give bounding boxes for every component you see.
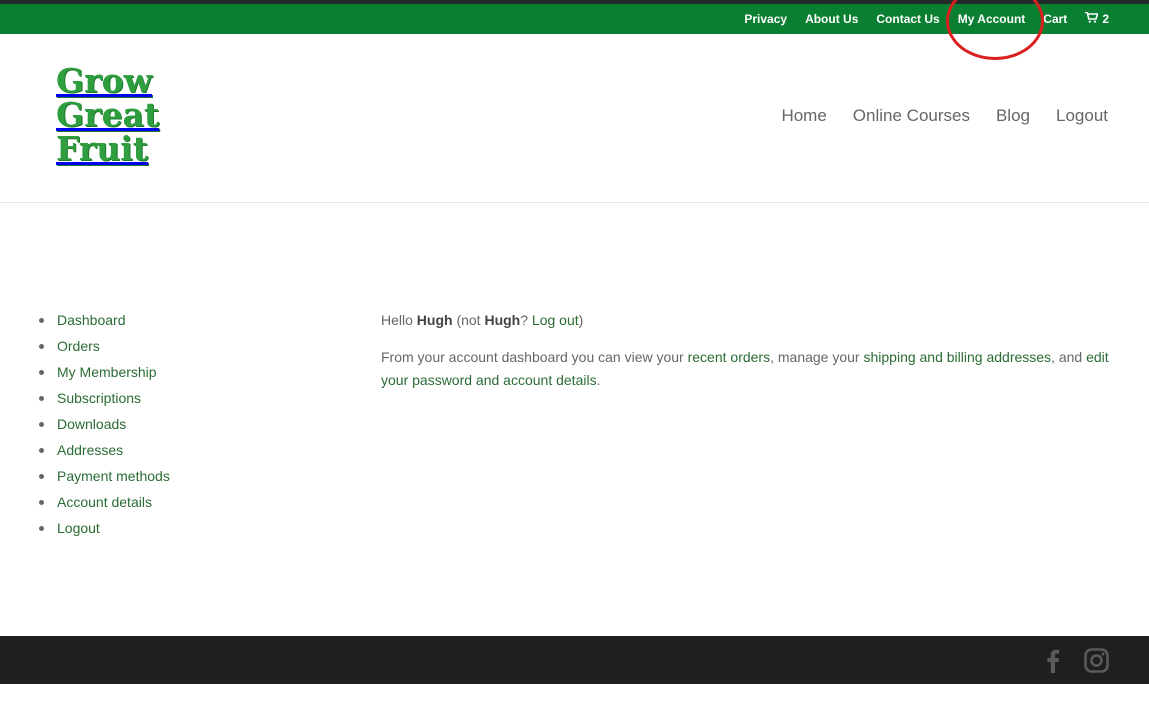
- greeting-text: (not: [452, 312, 485, 328]
- account-nav-item-dashboard: Dashboard: [39, 310, 170, 336]
- greeting-text: Hello: [381, 312, 417, 328]
- logo-line-2: Great: [56, 95, 160, 134]
- logo-line-3: Fruit: [56, 129, 149, 168]
- bullet-icon: [39, 318, 44, 323]
- bullet-icon: [39, 526, 44, 531]
- account-nav-item-payment-methods: Payment methods: [39, 466, 170, 492]
- contact-us-link[interactable]: Contact Us: [876, 12, 939, 26]
- log-out-link[interactable]: Log out: [532, 312, 579, 328]
- social-icons: [1046, 648, 1109, 678]
- secondary-menu-bar: Privacy About Us Contact Us My Account C…: [0, 4, 1149, 34]
- bullet-icon: [39, 396, 44, 401]
- secondary-nav: Privacy About Us Contact Us My Account C…: [744, 4, 1109, 34]
- account-nav-link[interactable]: Payment methods: [57, 468, 170, 484]
- bullet-icon: [39, 500, 44, 505]
- dashboard-intro-paragraph: From your account dashboard you can view…: [381, 346, 1111, 392]
- intro-text: .: [596, 372, 601, 388]
- account-nav-item-addresses: Addresses: [39, 440, 170, 466]
- bullet-icon: [39, 448, 44, 453]
- privacy-link[interactable]: Privacy: [744, 12, 787, 26]
- intro-text: From your account dashboard you can view…: [381, 349, 688, 365]
- logo-line-1: Grow: [56, 61, 152, 100]
- primary-nav: Home Online Courses Blog Logout: [781, 106, 1108, 126]
- cart-count: 2: [1102, 12, 1109, 26]
- my-account-link[interactable]: My Account: [958, 12, 1026, 26]
- account-nav-item-logout: Logout: [39, 518, 170, 544]
- account-nav-link[interactable]: Subscriptions: [57, 390, 141, 406]
- footer-bar: [0, 636, 1149, 684]
- account-nav-item-subscriptions: Subscriptions: [39, 388, 170, 414]
- bullet-icon: [39, 344, 44, 349]
- user-name: Hugh: [484, 312, 521, 328]
- cart-link[interactable]: Cart: [1043, 12, 1067, 26]
- nav-logout[interactable]: Logout: [1056, 106, 1108, 126]
- site-logo[interactable]: Grow Great Fruit: [56, 64, 176, 166]
- intro-text: , manage your: [770, 349, 864, 365]
- account-nav-link[interactable]: My Membership: [57, 364, 157, 380]
- bullet-icon: [39, 474, 44, 479]
- cart-icon: [1085, 11, 1099, 26]
- account-nav-item-account-details: Account details: [39, 492, 170, 518]
- nav-home[interactable]: Home: [781, 106, 826, 126]
- account-nav-item-downloads: Downloads: [39, 414, 170, 440]
- recent-orders-link[interactable]: recent orders: [688, 349, 770, 365]
- greeting-text: ): [578, 312, 584, 328]
- account-navigation: Dashboard Orders My Membership Subscript…: [39, 310, 170, 544]
- account-nav-item-membership: My Membership: [39, 362, 170, 388]
- nav-online-courses[interactable]: Online Courses: [853, 106, 970, 126]
- about-us-link[interactable]: About Us: [805, 12, 858, 26]
- cart-count-button[interactable]: 2: [1085, 11, 1109, 26]
- addresses-link[interactable]: shipping and billing addresses: [863, 349, 1051, 365]
- account-nav-link[interactable]: Downloads: [57, 416, 126, 432]
- account-nav-item-orders: Orders: [39, 336, 170, 362]
- greeting-paragraph: Hello Hugh (not Hugh? Log out): [381, 309, 1111, 332]
- main-header: Grow Great Fruit Home Online Courses Blo…: [0, 34, 1149, 203]
- instagram-icon[interactable]: [1084, 648, 1109, 678]
- user-name: Hugh: [416, 312, 453, 328]
- account-nav-link[interactable]: Dashboard: [57, 312, 126, 328]
- account-nav-link[interactable]: Logout: [57, 520, 100, 536]
- facebook-icon[interactable]: [1046, 648, 1060, 678]
- nav-blog[interactable]: Blog: [996, 106, 1030, 126]
- account-nav-link[interactable]: Account details: [57, 494, 152, 510]
- account-dashboard-content: Hello Hugh (not Hugh? Log out) From your…: [381, 309, 1111, 406]
- bullet-icon: [39, 370, 44, 375]
- bullet-icon: [39, 422, 44, 427]
- greeting-text: ?: [520, 312, 532, 328]
- intro-text: , and: [1051, 349, 1087, 365]
- account-nav-link[interactable]: Addresses: [57, 442, 123, 458]
- account-nav-link[interactable]: Orders: [57, 338, 100, 354]
